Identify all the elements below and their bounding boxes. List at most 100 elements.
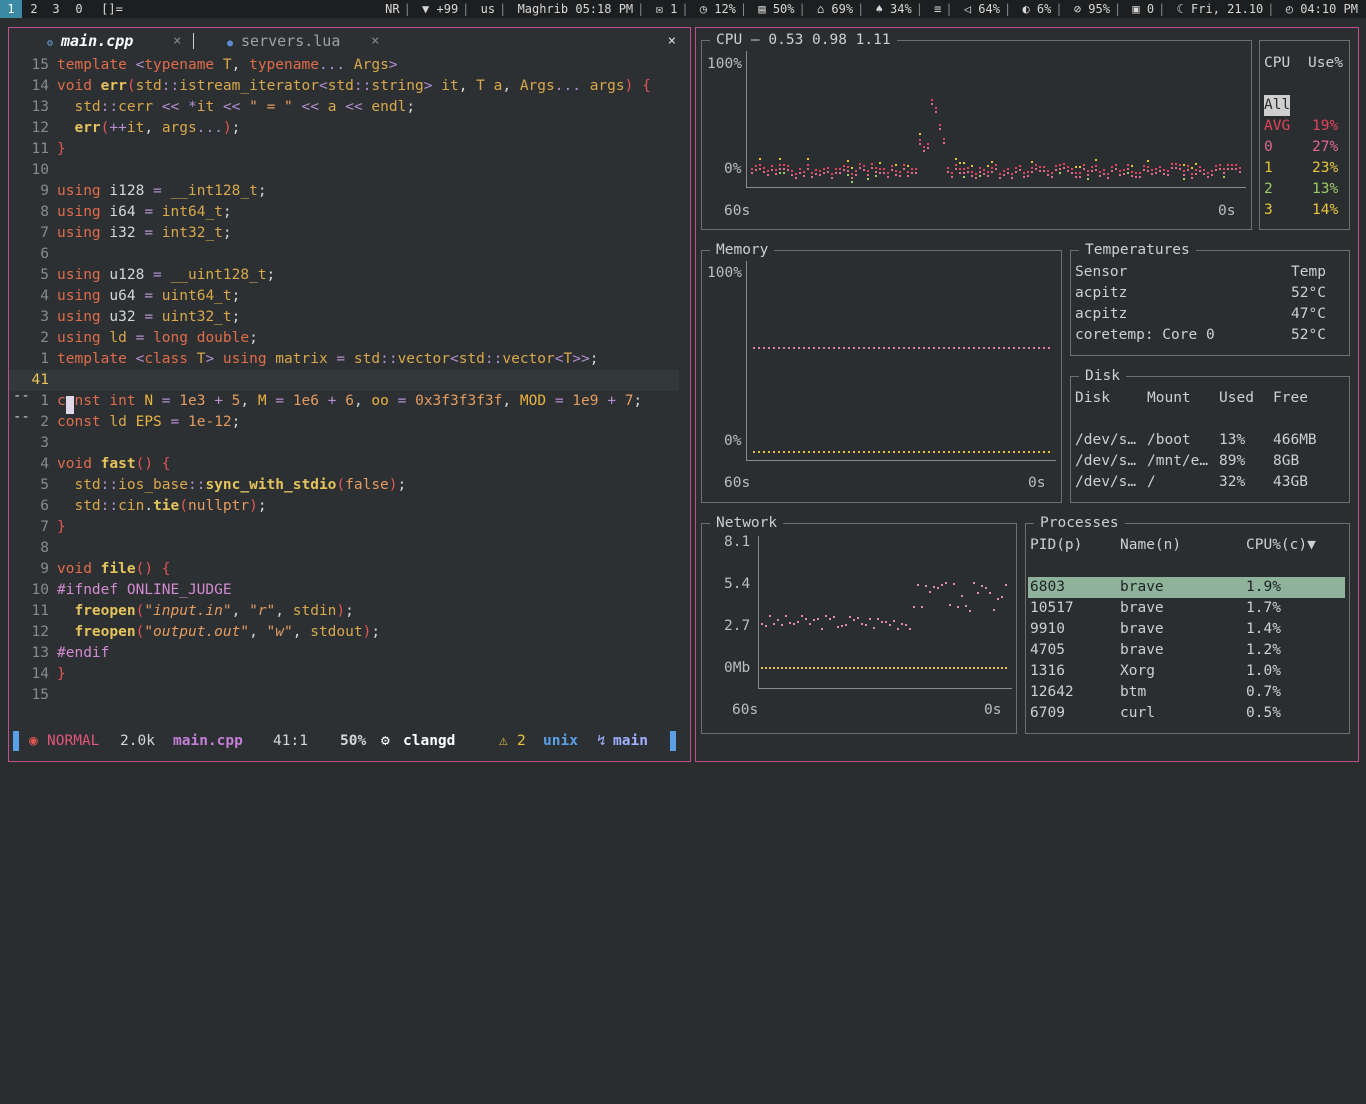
cpu-0-line <box>1199 170 1201 172</box>
line-number: 5 <box>40 267 49 283</box>
code-line[interactable]: 7 using i32 = int32_t; <box>9 223 679 244</box>
cpu-avg-line <box>979 167 981 169</box>
tab-close-icon[interactable]: × <box>173 28 181 54</box>
editor-window[interactable]: ⚙ main.cpp × ● servers.lua × × 15 template … <box>8 27 691 762</box>
code-line[interactable]: 1 template <class T> using matrix = std::… <box>9 349 679 370</box>
temperatures-panel: Temperatures Sensor Temp acpitz 52°C acp… <box>1070 240 1350 356</box>
code-line[interactable]: 11 freopen("input.in", "r", stdin); <box>9 601 679 622</box>
cpu-0-line <box>1035 168 1037 170</box>
tab-servers-lua[interactable]: ● servers.lua <box>227 28 340 54</box>
workspace-1[interactable]: 1 <box>0 0 22 18</box>
cpu-1-line <box>779 158 781 160</box>
memory-ram-line <box>963 347 965 349</box>
code-line[interactable]: 10 #ifndef ONLINE_JUDGE <box>9 580 679 601</box>
cpu-avg-line <box>895 170 897 172</box>
process-row[interactable]: 6803 brave 1.9% <box>1028 577 1345 598</box>
memory-swap-line <box>973 451 975 453</box>
cpu-avg-line <box>947 167 949 169</box>
memory-swap-line <box>933 451 935 453</box>
cpu-0-line <box>939 128 941 130</box>
process-pid: 4705 <box>1030 642 1065 658</box>
code-line[interactable]: 9 void file() { <box>9 559 679 580</box>
tab-close-icon[interactable]: × <box>371 28 379 54</box>
code-line[interactable]: 13 std::cerr << *it << " = " << a << end… <box>9 97 679 118</box>
name-col-header[interactable]: Name(n) <box>1120 535 1181 556</box>
workspace-0[interactable]: 0 <box>72 0 86 18</box>
cpu-1-line <box>971 165 973 167</box>
cpu-avg-line <box>863 165 865 167</box>
network-rx-line <box>849 616 851 618</box>
network-tx-line <box>765 667 767 669</box>
layout-indicator[interactable]: []= <box>100 0 124 18</box>
processes-panel[interactable]: Processes PID(p) Name(n) CPU%(c)▼ 6803 br… <box>1025 513 1350 734</box>
memory-swap-line <box>968 451 970 453</box>
cpu-1-line <box>759 158 761 160</box>
memory-ram-line <box>1048 347 1050 349</box>
cpu-2-line <box>783 172 785 174</box>
cpu-avg-line <box>963 168 965 170</box>
cpu-avg-line <box>1139 172 1141 174</box>
cpu-row-0[interactable]: 0 <box>1264 137 1273 158</box>
code-line[interactable]: 41 <box>9 370 679 391</box>
code-line[interactable]: 6 <box>9 244 679 265</box>
pid-col-header[interactable]: PID(p) <box>1030 535 1082 556</box>
code-line[interactable]: 14} <box>9 664 679 685</box>
code-line[interactable]: 12 freopen("output.out", "w", stdout); <box>9 622 679 643</box>
close-icon[interactable]: × <box>668 28 676 54</box>
cpu-avg-line <box>1183 170 1185 172</box>
memory-ram-line <box>893 347 895 349</box>
cpu-0-line <box>967 171 969 173</box>
cpu-row-3[interactable]: 3 <box>1264 200 1273 221</box>
brightness-icon: ◐ 6% <box>1022 2 1052 16</box>
code-line[interactable]: 3 <box>9 433 679 454</box>
code-line[interactable]: 5 std::ios_base::sync_with_stdio(false); <box>9 475 679 496</box>
btm-window[interactable]: CPU — 0.53 0.98 1.11 100% 0% 60s 0s CPU … <box>695 27 1359 762</box>
code-line[interactable]: 7} <box>9 517 679 538</box>
cpu-0-line <box>979 171 981 173</box>
code-line[interactable]: 8 using i64 = int64_t; <box>9 202 679 223</box>
cpu-avg-line <box>867 170 869 172</box>
memory-swap-line <box>1013 451 1015 453</box>
process-row[interactable]: 10517 brave 1.7% <box>1028 598 1345 619</box>
process-row[interactable]: 9910 brave 1.4% <box>1028 619 1345 640</box>
process-row[interactable]: 4705 brave 1.2% <box>1028 640 1345 661</box>
code-line[interactable]: 12 err(++it, args...); <box>9 118 679 139</box>
code-line[interactable]: 15 <box>9 685 679 706</box>
code-line[interactable]: 9 using i128 = __int128_t; <box>9 181 679 202</box>
workspace-3[interactable]: 3 <box>49 0 63 18</box>
workspace-2[interactable]: 2 <box>27 0 41 18</box>
code-line[interactable]: 8 <box>9 538 679 559</box>
tab-main-cpp[interactable]: ⚙ main.cpp <box>47 28 133 54</box>
memory-swap-line <box>1008 451 1010 453</box>
process-row[interactable]: 12642 btm 0.7% <box>1028 682 1345 703</box>
code-line[interactable]: 6 std::cin.tie(nullptr); <box>9 496 679 517</box>
code-line[interactable]: 4 using u64 = uint64_t; <box>9 286 679 307</box>
code-line[interactable]: 2 const ld EPS = 1e-12; <box>9 412 679 433</box>
code-line[interactable]: 10 <box>9 160 679 181</box>
code-line[interactable]: 1 const int N = 1e3 + 5, M = 1e6 + 6, oo … <box>9 391 679 412</box>
git-branch-icon: ↯ <box>597 733 606 749</box>
cpu-row-avg[interactable]: AVG <box>1264 116 1290 137</box>
cpu-row-all[interactable]: All <box>1264 95 1291 116</box>
cpu-avg-line <box>1083 164 1085 166</box>
memory-ram-line <box>1043 347 1045 349</box>
code-line[interactable]: 15 template <typename T, typename... Args… <box>9 55 679 76</box>
process-row[interactable]: 1316 Xorg 1.0% <box>1028 661 1345 682</box>
process-row[interactable]: 6709 curl 0.5% <box>1028 703 1345 724</box>
code-line[interactable]: 11} <box>9 139 679 160</box>
cpu-row-1[interactable]: 1 <box>1264 158 1273 179</box>
cpu-avg-line <box>1091 166 1093 168</box>
network-tx-line <box>837 667 839 669</box>
line-code: void err(std::istream_iterator<std::stri… <box>57 78 651 94</box>
cpu-row-2[interactable]: 2 <box>1264 179 1273 200</box>
code-line[interactable]: 3 using u32 = uint32_t; <box>9 307 679 328</box>
cpu-col-header[interactable]: CPU%(c)▼ <box>1246 535 1316 556</box>
code-line[interactable]: 5 using u128 = __uint128_t; <box>9 265 679 286</box>
cpu-avg-line <box>1035 164 1037 166</box>
code-line[interactable]: 4 void fast() { <box>9 454 679 475</box>
cpu-0-line <box>855 174 857 176</box>
code-line[interactable]: 13 #endif <box>9 643 679 664</box>
code-line[interactable]: 14 void err(std::istream_iterator<std::st… <box>9 76 679 97</box>
code-line[interactable]: 2 using ld = long double; <box>9 328 679 349</box>
cpu-avg-line <box>1135 172 1137 174</box>
